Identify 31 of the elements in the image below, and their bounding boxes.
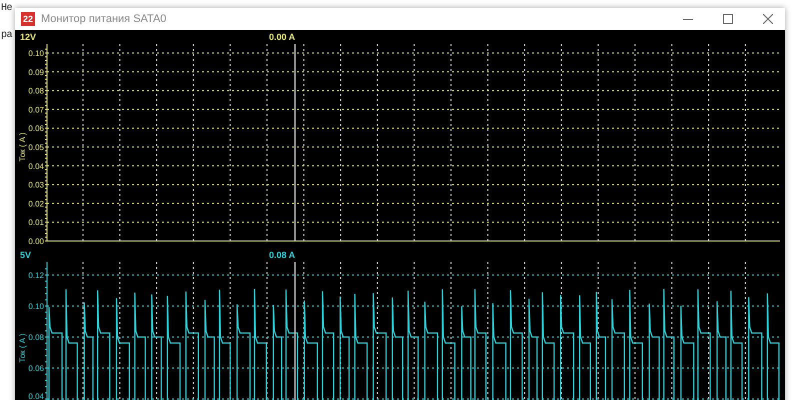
y-axis-title: Ток ( A )	[18, 333, 27, 363]
cursor-line[interactable]	[294, 44, 296, 241]
maximize-icon	[723, 14, 733, 24]
close-icon	[763, 14, 773, 24]
app-icon: 22	[21, 12, 35, 26]
y-tick-label: 0.02	[28, 199, 44, 208]
y-tick-label: 0.00	[28, 237, 44, 246]
y-tick-label: 0.03	[28, 180, 44, 190]
minimize-icon	[683, 18, 693, 20]
current-reading: 0.00 A	[269, 32, 296, 42]
y-tick-label: 0.10	[28, 302, 44, 311]
y-tick-label: 0.12	[28, 271, 44, 280]
y-tick-label: 0.08	[28, 333, 44, 342]
y-tick-label: 0.05	[28, 143, 44, 152]
y-tick-label: 0.04	[28, 162, 44, 171]
rail-label: 5V	[20, 250, 32, 260]
console-text: ра	[1, 30, 12, 41]
y-tick-label: 0.06	[28, 124, 44, 134]
console-text: Не	[1, 3, 12, 14]
y-tick-label: 0.10	[28, 49, 44, 58]
y-tick-label: 0.09	[28, 68, 44, 77]
y-tick-label: 0.06	[28, 364, 44, 373]
y-axis-title: Ток ( A )	[18, 132, 27, 162]
current-reading: 0.08 A	[269, 250, 296, 260]
y-tick-label: 0.01	[28, 218, 44, 228]
window-title: Монитор питания SATA0	[41, 13, 168, 25]
cursor-line[interactable]	[294, 262, 296, 400]
y-tick-label: 0.07	[28, 105, 44, 114]
y-tick-label: 0.08	[28, 86, 44, 96]
rail-label: 12V	[20, 32, 36, 42]
y-tick-label: 0.04	[28, 392, 44, 400]
